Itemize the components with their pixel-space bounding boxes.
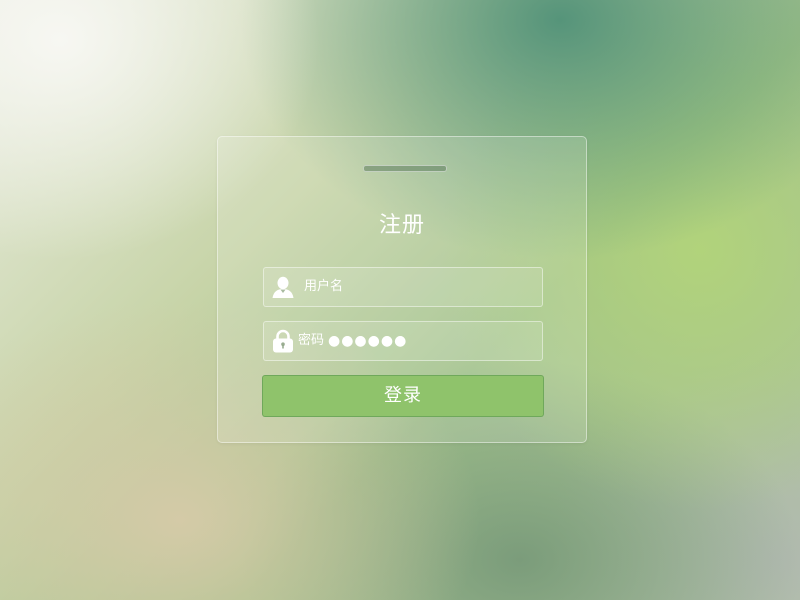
password-field[interactable]: 密码 ●●●●●● bbox=[263, 321, 543, 361]
user-icon bbox=[271, 275, 295, 299]
lock-icon bbox=[271, 329, 295, 353]
password-value: ●●●●●● bbox=[328, 333, 408, 349]
username-field[interactable]: 用户名 bbox=[263, 267, 543, 307]
form-title: 注册 bbox=[378, 213, 425, 238]
login-panel: 注册 用户名 密码 ●●●●●● 登录 bbox=[217, 136, 587, 443]
login-button[interactable]: 登录 bbox=[262, 375, 544, 417]
panel-handle bbox=[363, 165, 447, 172]
username-placeholder: 用户名 bbox=[304, 279, 344, 294]
password-label: 密码 bbox=[298, 333, 325, 348]
